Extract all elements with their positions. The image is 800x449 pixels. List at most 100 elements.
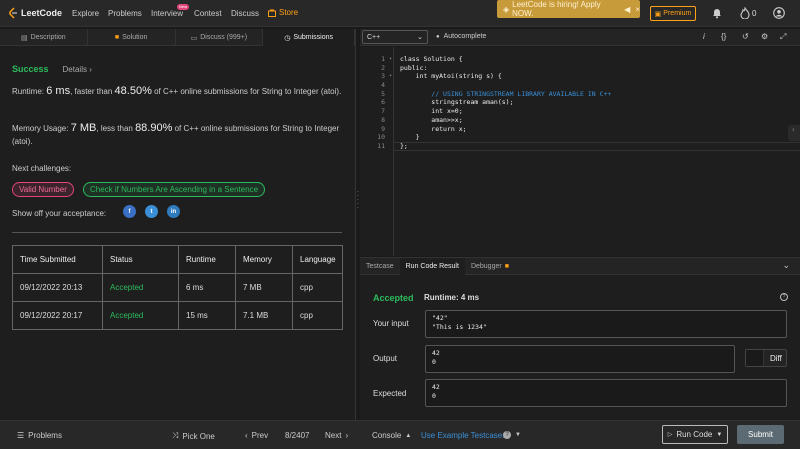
table-row: 09/12/2022 20:13 Accepted 6 ms 7 MB cpp	[12, 273, 343, 302]
left-panel: ▤ Description ■ Solution ▭ Discuss (999+…	[0, 29, 356, 420]
line-number-gutter: 1 ▾ 2 3 ▾ 4 5 6 7 8 9 10 11	[360, 55, 393, 151]
fullscreen-icon[interactable]: ⤢	[780, 32, 786, 42]
diff-toggle[interactable]: Diff	[745, 349, 787, 367]
console-panel: Testcase Run Code Result Debugger ■ ⌄ Ac…	[360, 257, 800, 420]
code-line: int x=0;	[400, 107, 463, 116]
language-value: C++	[367, 33, 381, 41]
details-link[interactable]: Details ›	[63, 65, 92, 74]
use-example-testcases[interactable]: Use Example Testcases	[421, 431, 506, 440]
challenge-valid-number[interactable]: Valid Number	[12, 182, 74, 197]
reset-icon[interactable]: ↺	[742, 32, 749, 41]
next-challenges-label: Next challenges:	[12, 164, 72, 173]
fold-arrow-icon[interactable]: ▾	[389, 55, 392, 64]
line-number: 5	[381, 89, 385, 98]
console-toggle[interactable]: Console ▲	[372, 431, 411, 440]
line-number: 6	[381, 98, 385, 107]
next-button[interactable]: Next ›	[325, 431, 348, 440]
line-number: 3 ▾	[381, 72, 392, 81]
help-dropdown[interactable]: ? ▼	[503, 431, 521, 439]
code-line: aman>>x;	[400, 115, 463, 124]
leetcode-small-icon: ◈	[503, 4, 510, 14]
result-header: Success Details ›	[12, 64, 92, 74]
tab-discuss-label: Discuss (999+)	[200, 34, 248, 41]
chevron-left-icon: ‹	[245, 431, 248, 440]
fold-arrow-icon[interactable]: ▾	[389, 72, 392, 81]
settings-icon[interactable]: ⚙	[761, 32, 768, 41]
table-row: 09/12/2022 20:17 Accepted 15 ms 7.1 MB c…	[12, 301, 343, 330]
nav-store-label: Store	[279, 8, 299, 17]
megaphone-icon: ◀	[624, 4, 631, 14]
tab-run-code-result[interactable]: Run Code Result	[399, 258, 465, 275]
fire-icon[interactable]	[739, 7, 751, 19]
prev-label: Prev	[251, 431, 269, 440]
submit-button[interactable]: Submit	[737, 425, 784, 444]
lock-icon: ■	[504, 263, 509, 270]
info-icon[interactable]: i	[703, 32, 705, 41]
nav-store[interactable]: Store	[268, 8, 298, 17]
memory-percent: 88.90%	[135, 122, 173, 134]
challenge-ascending-numbers[interactable]: Check if Numbers Are Ascending in a Sent…	[83, 182, 266, 197]
help-icon[interactable]: ?	[780, 293, 788, 301]
premium-button[interactable]: ▣ Premium	[650, 6, 696, 21]
nav-problems[interactable]: Problems	[108, 9, 142, 18]
clock-icon: ◷	[284, 34, 291, 42]
side-panel-toggle-icon[interactable]: ◐	[788, 125, 800, 141]
nav-discuss[interactable]: Discuss	[231, 9, 259, 18]
list-icon: ☰	[17, 431, 25, 440]
nav-explore[interactable]: Explore	[72, 9, 99, 18]
lock-icon: ■	[114, 34, 120, 41]
line-number: 2	[381, 63, 385, 72]
pick-one-button[interactable]: ⤨ Pick One	[172, 431, 215, 441]
leetcode-logo-icon	[9, 7, 17, 19]
hiring-banner[interactable]: ◈ LeetCode is hiring! Apply NOW. ◀ ×	[497, 0, 640, 18]
bell-icon[interactable]	[711, 7, 723, 19]
tab-description[interactable]: ▤ Description	[0, 29, 88, 46]
leetcode-logo[interactable]: LeetCode	[8, 7, 62, 19]
run-code-label: Run Code	[676, 430, 713, 439]
close-icon[interactable]: ×	[635, 5, 640, 14]
run-status: Accepted	[373, 293, 414, 303]
code-line: class Solution {	[400, 55, 463, 63]
run-code-button[interactable]: ▷ Run Code ▼	[662, 425, 728, 444]
language-select[interactable]: C++ ⌄	[362, 30, 428, 44]
tab-testcase[interactable]: Testcase	[360, 258, 400, 275]
question-icon: ?	[503, 431, 511, 439]
collapse-icon[interactable]: ⌄	[782, 260, 790, 271]
code-line: };	[400, 141, 408, 150]
nav-contest[interactable]: Contest	[194, 9, 222, 18]
tab-discuss[interactable]: ▭ Discuss (999+)	[176, 29, 264, 46]
input-box[interactable]: "42" "This is 1234"	[425, 310, 787, 338]
chevron-down-icon: ▼	[716, 431, 723, 438]
output-label: Output	[373, 354, 398, 363]
chevron-down-icon: ⌄	[417, 34, 423, 41]
cell-status-link[interactable]: Accepted	[102, 301, 179, 330]
chevron-down-icon: ▼	[515, 432, 521, 438]
code-area[interactable]: class Solution {public: int myAtoi(strin…	[400, 55, 611, 151]
next-label: Next	[325, 431, 342, 440]
braces-icon[interactable]: {}	[721, 32, 726, 41]
tab-submissions[interactable]: ◷ Submissions	[263, 29, 355, 46]
autocomplete-label: Autocomplete	[443, 33, 487, 40]
top-nav: LeetCode Explore Problems Interview New …	[0, 0, 800, 27]
avatar-icon[interactable]	[773, 7, 785, 19]
prev-button[interactable]: ‹ Prev	[245, 431, 268, 440]
line-number: 7	[381, 107, 385, 116]
problems-label: Problems	[28, 431, 62, 440]
tab-debugger[interactable]: Debugger ■	[465, 258, 515, 275]
description-icon: ▤	[21, 34, 28, 42]
code-editor[interactable]: 1 ▾ 2 3 ▾ 4 5 6 7 8 9 10 11 class Solution {public: …	[360, 47, 800, 256]
line-number: 9	[381, 124, 385, 133]
problems-button[interactable]: ☰ Problems	[17, 431, 62, 440]
autocomplete-toggle[interactable]: ● Autocomplete	[436, 33, 486, 40]
tab-solution[interactable]: ■ Solution	[88, 29, 176, 46]
store-icon	[268, 9, 276, 17]
cell-memory: 7 MB	[235, 273, 293, 302]
facebook-icon[interactable]: f	[123, 205, 136, 218]
linkedin-icon[interactable]: in	[167, 205, 180, 218]
col-runtime: Runtime	[178, 245, 236, 274]
nav-interview[interactable]: Interview	[151, 9, 183, 18]
chevron-up-icon: ▲	[405, 432, 412, 439]
twitter-icon[interactable]: t	[145, 205, 158, 218]
cell-status-link[interactable]: Accepted	[102, 273, 179, 302]
